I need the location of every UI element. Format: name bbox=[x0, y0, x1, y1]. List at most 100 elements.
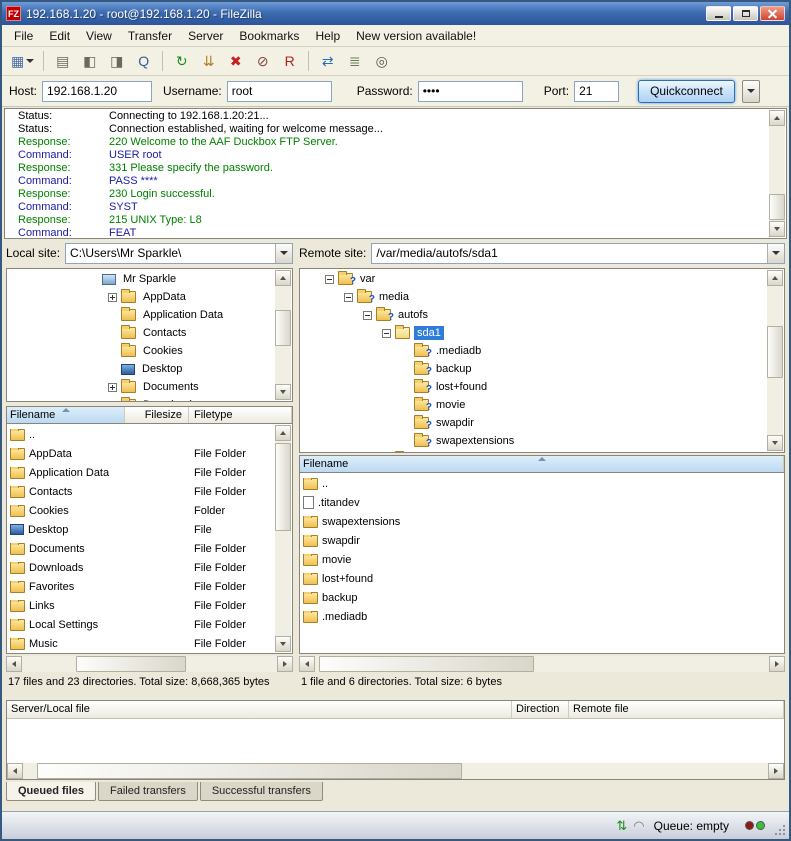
process-queue-button[interactable]: ⇊ bbox=[196, 50, 221, 73]
disconnect-button[interactable]: ⊘ bbox=[250, 50, 275, 73]
queue-column-remote-file[interactable]: Remote file bbox=[569, 701, 784, 718]
file-row-mediadb[interactable]: .mediadb bbox=[300, 607, 784, 626]
file-row-swapextensions[interactable]: swapextensions bbox=[300, 512, 784, 531]
local-hscrollbar[interactable] bbox=[6, 656, 293, 672]
host-input[interactable] bbox=[42, 81, 152, 102]
remote-tree-scrollbar[interactable] bbox=[767, 270, 783, 451]
file-row-documents[interactable]: DocumentsFile Folder bbox=[7, 539, 274, 558]
collapse-icon[interactable] bbox=[344, 293, 353, 302]
scroll-thumb[interactable] bbox=[767, 326, 783, 378]
collapse-icon[interactable] bbox=[363, 311, 372, 320]
scroll-right-button[interactable] bbox=[277, 656, 293, 672]
column-header-filesize[interactable]: Filesize bbox=[125, 407, 189, 423]
quickconnect-dropdown[interactable] bbox=[742, 80, 760, 103]
collapse-icon[interactable] bbox=[382, 329, 391, 338]
scroll-thumb[interactable] bbox=[37, 763, 462, 779]
file-row-links[interactable]: LinksFile Folder bbox=[7, 596, 274, 615]
file-row-contacts[interactable]: ContactsFile Folder bbox=[7, 482, 274, 501]
menu-item-help[interactable]: Help bbox=[307, 26, 348, 46]
file-row-downloads[interactable]: DownloadsFile Folder bbox=[7, 558, 274, 577]
menu-item-bookmarks[interactable]: Bookmarks bbox=[231, 26, 307, 46]
toggle-remote-tree-button[interactable]: ◨ bbox=[104, 50, 129, 73]
tree-item-sda1[interactable]: sda1 bbox=[300, 324, 766, 342]
port-input[interactable] bbox=[574, 81, 619, 102]
tree-item-mediadb[interactable]: .mediadb bbox=[300, 342, 766, 360]
menu-item-file[interactable]: File bbox=[6, 26, 41, 46]
expand-icon[interactable] bbox=[108, 383, 117, 392]
menu-item-new-version-available[interactable]: New version available! bbox=[348, 26, 484, 46]
tree-item-lost-found[interactable]: lost+found bbox=[300, 378, 766, 396]
password-input[interactable] bbox=[418, 81, 523, 102]
tab-successful-transfers[interactable]: Successful transfers bbox=[200, 782, 323, 801]
tree-item-swapextensions[interactable]: swapextensions bbox=[300, 432, 766, 450]
close-button[interactable] bbox=[760, 6, 785, 21]
scroll-right-button[interactable] bbox=[769, 656, 785, 672]
file-row-lost-found[interactable]: lost+found bbox=[300, 569, 784, 588]
tree-item-autofs[interactable]: autofs bbox=[300, 306, 766, 324]
maximize-button[interactable] bbox=[733, 6, 758, 21]
tree-item-backup[interactable]: backup bbox=[300, 360, 766, 378]
scroll-thumb[interactable] bbox=[275, 310, 291, 346]
log-scrollbar[interactable] bbox=[769, 110, 785, 237]
tree-item-movie[interactable]: movie bbox=[300, 396, 766, 414]
tree-item-desktop[interactable]: Desktop bbox=[7, 360, 274, 378]
refresh-button[interactable]: ↻ bbox=[169, 50, 194, 73]
toggle-local-tree-button[interactable]: ◧ bbox=[77, 50, 102, 73]
scroll-up-button[interactable] bbox=[767, 270, 783, 286]
quickconnect-button[interactable]: Quickconnect bbox=[638, 80, 735, 103]
local-tree-scrollbar[interactable] bbox=[275, 270, 291, 400]
file-row-movie[interactable]: movie bbox=[300, 550, 784, 569]
file-row-swapdir[interactable]: swapdir bbox=[300, 531, 784, 550]
scroll-right-button[interactable] bbox=[768, 763, 784, 779]
queue-column-direction[interactable]: Direction bbox=[512, 701, 569, 718]
remote-path-input[interactable] bbox=[372, 244, 767, 263]
find-files-button[interactable]: ◎ bbox=[369, 50, 394, 73]
menu-item-server[interactable]: Server bbox=[180, 26, 231, 46]
directory-comparison-button[interactable]: ⇄ bbox=[315, 50, 340, 73]
menu-item-view[interactable]: View bbox=[78, 26, 120, 46]
scroll-left-button[interactable] bbox=[6, 656, 22, 672]
scroll-thumb[interactable] bbox=[275, 443, 291, 531]
local-path-input[interactable] bbox=[66, 244, 275, 263]
cancel-button[interactable]: ✖ bbox=[223, 50, 248, 73]
toggle-queue-button[interactable]: Q bbox=[131, 50, 156, 73]
tab-queued-files[interactable]: Queued files bbox=[6, 782, 96, 801]
local-path-dropdown[interactable] bbox=[275, 244, 292, 263]
toggle-message-log-button[interactable]: ▤ bbox=[50, 50, 75, 73]
tree-item-var[interactable]: var bbox=[300, 270, 766, 288]
scroll-thumb[interactable] bbox=[769, 194, 785, 220]
tree-item-documents[interactable]: Documents bbox=[7, 378, 274, 396]
tab-failed-transfers[interactable]: Failed transfers bbox=[98, 782, 198, 801]
collapse-icon[interactable] bbox=[325, 275, 334, 284]
file-row-application-data[interactable]: Application DataFile Folder bbox=[7, 463, 274, 482]
resize-grip[interactable] bbox=[773, 823, 787, 837]
site-manager-button[interactable]: ▦ bbox=[8, 50, 37, 73]
tree-item-mr-sparkle[interactable]: Mr Sparkle bbox=[7, 270, 274, 288]
file-row-appdata[interactable]: AppDataFile Folder bbox=[7, 444, 274, 463]
remote-hscrollbar[interactable] bbox=[299, 656, 785, 672]
scroll-up-button[interactable] bbox=[275, 270, 291, 286]
tree-item-application-data[interactable]: Application Data bbox=[7, 306, 274, 324]
reconnect-button[interactable]: R bbox=[277, 50, 302, 73]
scroll-thumb[interactable] bbox=[76, 656, 186, 672]
username-input[interactable] bbox=[227, 81, 332, 102]
file-row-desktop[interactable]: DesktopFile bbox=[7, 520, 274, 539]
file-row-backup[interactable]: backup bbox=[300, 588, 784, 607]
tree-item-media[interactable]: media bbox=[300, 288, 766, 306]
file-row-music[interactable]: MusicFile Folder bbox=[7, 634, 274, 653]
scroll-up-button[interactable] bbox=[275, 425, 291, 441]
local-list-scrollbar[interactable] bbox=[275, 425, 291, 652]
column-header-filename[interactable]: Filename bbox=[300, 456, 784, 472]
file-row-favorites[interactable]: FavoritesFile Folder bbox=[7, 577, 274, 596]
tree-item-swapdir[interactable]: swapdir bbox=[300, 414, 766, 432]
expand-icon[interactable] bbox=[108, 401, 117, 402]
file-row-titandev[interactable]: .titandev bbox=[300, 493, 784, 512]
tree-item-cookies[interactable]: Cookies bbox=[7, 342, 274, 360]
minimize-button[interactable] bbox=[706, 6, 731, 21]
file-row-cookies[interactable]: CookiesFolder bbox=[7, 501, 274, 520]
scroll-left-button[interactable] bbox=[7, 763, 23, 779]
scroll-up-button[interactable] bbox=[769, 110, 785, 126]
queue-column-server-local-file[interactable]: Server/Local file bbox=[7, 701, 512, 718]
file-row-[interactable]: .. bbox=[7, 425, 274, 444]
file-row-local-settings[interactable]: Local SettingsFile Folder bbox=[7, 615, 274, 634]
